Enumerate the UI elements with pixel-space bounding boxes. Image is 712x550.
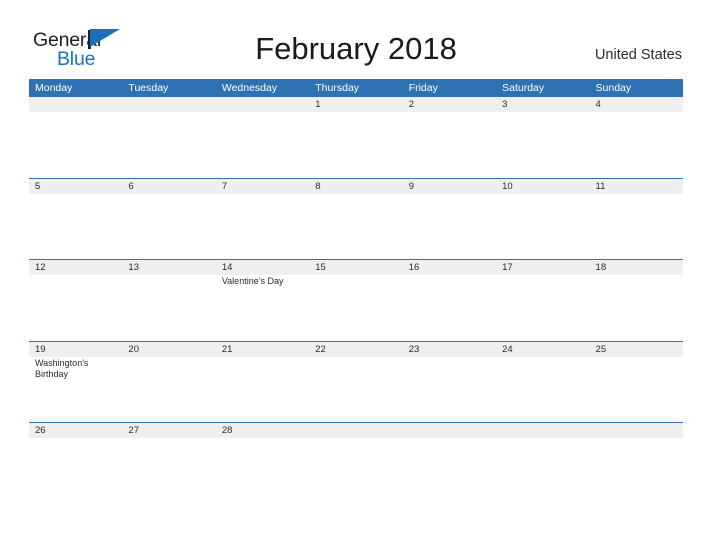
calendar-day-cell-3[interactable]: 3 (496, 97, 589, 178)
calendar-day-cell-empty (403, 423, 496, 504)
day-number: 5 (35, 180, 41, 192)
day-number: 2 (408, 99, 414, 110)
calendar-day-cell-8[interactable]: 8 (309, 179, 402, 260)
calendar-day-cell-15[interactable]: 15 (309, 260, 402, 341)
day-number: 17 (502, 262, 513, 273)
calendar-day-cell-16[interactable]: 16 (403, 260, 496, 341)
weekday-header-thursday: Thursday (315, 82, 360, 94)
weekday-header-friday: Friday (408, 82, 438, 94)
calendar-weekday-header: Monday Tuesday Wednesday Thursday Friday Satu… (29, 79, 683, 97)
day-number: 1 (315, 99, 321, 110)
day-number: 12 (35, 262, 46, 273)
calendar-weeks: 1 2 3 4 5 6 7 8 9 10 11 12 13 14 Valentine’s Day 15 16 17… (29, 97, 683, 504)
calendar-day-cell-4[interactable]: 4 (590, 97, 683, 178)
calendar-day-cell-17[interactable]: 17 (496, 260, 589, 341)
calendar-day-cell-1[interactable]: 1 (309, 97, 402, 178)
day-number: 13 (128, 262, 139, 273)
calendar-day-cell-empty (29, 97, 122, 178)
day-number: 7 (221, 180, 228, 192)
day-number: 25 (595, 343, 607, 355)
day-number: 14 (221, 262, 233, 273)
day-number: 22 (315, 343, 326, 355)
day-number: 21 (221, 343, 233, 355)
calendar-day-cell-13[interactable]: 13 (122, 260, 215, 341)
calendar-day-cell-21[interactable]: 21 (216, 342, 309, 423)
calendar-day-cell-9[interactable]: 9 (403, 179, 496, 260)
calendar-day-cell-23[interactable]: 23 (403, 342, 496, 423)
calendar-week-row: 5 6 7 8 9 10 11 (29, 177, 683, 260)
calendar-day-cell-empty (309, 423, 402, 504)
calendar-day-cell-10[interactable]: 10 (496, 179, 589, 260)
calendar-day-cell-empty (122, 97, 215, 178)
day-number: 15 (315, 262, 326, 273)
calendar-week-row: 12 13 14 Valentine’s Day 15 16 17 18 (29, 259, 683, 341)
day-number: 26 (35, 425, 46, 436)
day-number: 8 (315, 180, 321, 192)
day-number: 20 (128, 343, 139, 355)
calendar-day-cell-empty (590, 423, 683, 504)
calendar-day-cell-empty (216, 97, 309, 178)
day-number: 6 (128, 180, 134, 192)
calendar-week-row: 19 Washington's Birthday 20 21 22 23 24 25 (29, 340, 683, 423)
day-event-label: Valentine’s Day (221, 276, 284, 286)
calendar-day-cell-20[interactable]: 20 (122, 342, 215, 423)
calendar-day-cell-empty (496, 423, 589, 504)
weekday-header-sunday: Sunday (595, 82, 632, 94)
calendar-day-cell-6[interactable]: 6 (122, 179, 215, 260)
day-event-label: Washington's Birthday (35, 357, 89, 380)
calendar-day-cell-27[interactable]: 27 (122, 423, 215, 504)
calendar-grid: Monday Tuesday Wednesday Thursday Friday Satu… (29, 79, 683, 504)
day-number: 19 (35, 343, 46, 355)
calendar-day-cell-5[interactable]: 5 (29, 179, 122, 260)
day-number: 11 (595, 180, 606, 192)
weekday-header-saturday: Saturday (502, 82, 545, 94)
country-label: United States (594, 47, 682, 63)
calendar-day-cell-24[interactable]: 24 (496, 342, 589, 423)
day-number: 9 (408, 180, 414, 192)
calendar-day-cell-28[interactable]: 28 (216, 423, 309, 504)
day-number: 3 (502, 99, 508, 110)
calendar-day-cell-18[interactable]: 18 (590, 260, 683, 341)
weekday-header-wednesday: Wednesday (221, 82, 278, 94)
calendar-day-cell-22[interactable]: 22 (309, 342, 402, 423)
day-number: 18 (595, 262, 607, 273)
calendar-day-cell-26[interactable]: 26 (29, 423, 122, 504)
weekday-header-monday: Monday (35, 82, 73, 94)
day-number: 4 (595, 99, 601, 110)
day-number: 16 (408, 262, 420, 273)
calendar-day-cell-12[interactable]: 12 (29, 260, 122, 341)
calendar-day-cell-25[interactable]: 25 (590, 342, 683, 423)
day-number: 24 (502, 343, 513, 355)
day-number: 28 (221, 425, 233, 436)
calendar-week-row: 1 2 3 4 (29, 97, 683, 178)
page-header: General Blue February 2018 United States (0, 0, 712, 76)
calendar-day-cell-19[interactable]: 19 Washington's Birthday (29, 342, 122, 423)
day-number: 10 (502, 180, 513, 192)
calendar-week-row: 26 27 28 (29, 422, 683, 504)
day-number: 23 (408, 343, 420, 355)
day-number: 27 (128, 425, 139, 436)
calendar-day-cell-2[interactable]: 2 (403, 97, 496, 178)
calendar-day-cell-11[interactable]: 11 (590, 179, 683, 260)
weekday-header-tuesday: Tuesday (128, 82, 169, 94)
calendar-day-cell-7[interactable]: 7 (216, 179, 309, 260)
calendar-day-cell-14[interactable]: 14 Valentine’s Day (216, 260, 309, 341)
